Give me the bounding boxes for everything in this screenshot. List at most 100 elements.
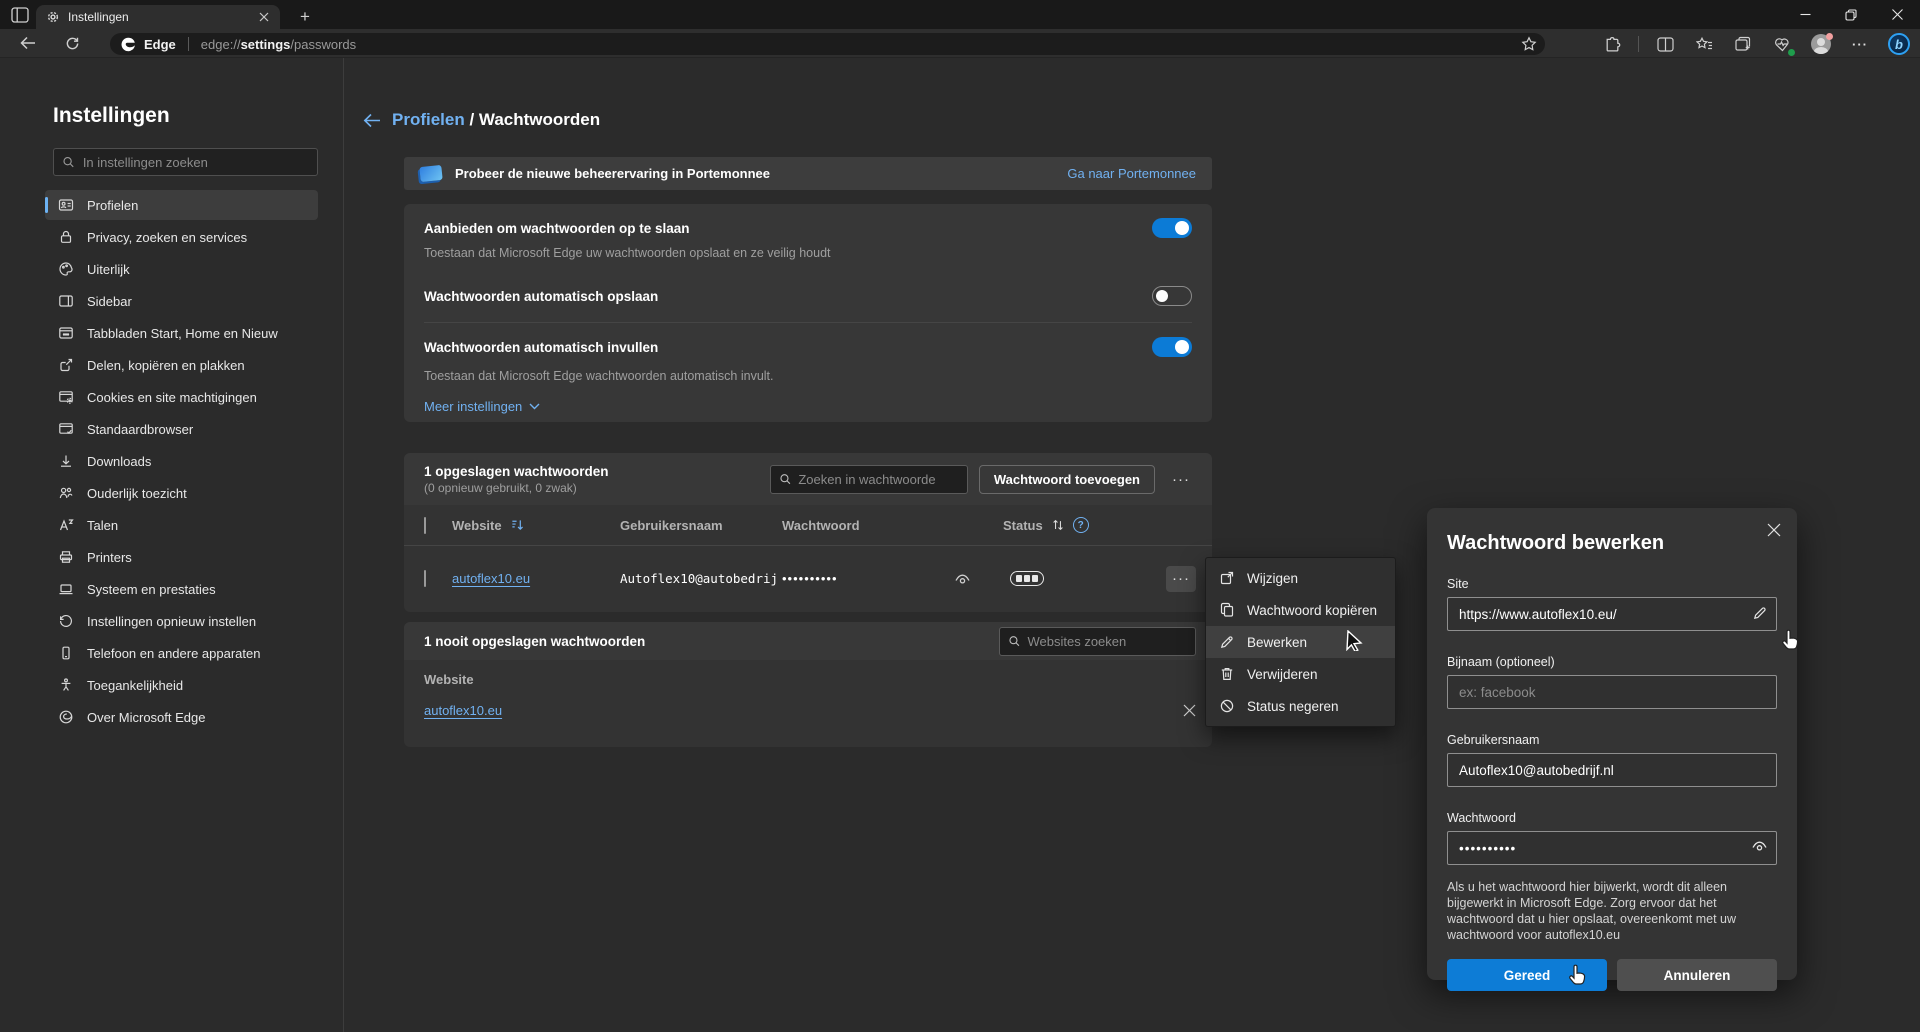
close-button[interactable] [1874,0,1920,29]
auto-fill-toggle[interactable] [1152,337,1192,357]
menu-item-wijzigen[interactable]: Wijzigen [1206,562,1395,594]
username-input[interactable] [1447,753,1777,787]
websites-search[interactable] [999,627,1196,656]
breadcrumb: Profielen / Wachtwoorden [363,110,600,130]
edge-logo-icon [120,36,137,53]
window-menu-icon[interactable] [10,6,30,23]
back-button[interactable] [13,30,43,56]
sidebar-search-input[interactable] [83,155,309,170]
column-status[interactable]: Status [1003,518,1043,533]
breadcrumb-parent-link[interactable]: Profielen [392,110,465,129]
settings-more-icon[interactable]: ··· [1847,32,1873,56]
reveal-password-icon[interactable] [954,572,971,586]
nickname-input[interactable] [1447,675,1777,709]
tab-close-icon[interactable] [256,9,272,25]
split-screen-icon[interactable] [1652,32,1678,56]
sidebar-item-over-edge[interactable]: Over Microsoft Edge [45,702,318,732]
status-help-icon[interactable]: ? [1073,517,1089,533]
sidebar-item-tabbladen[interactable]: Tabbladen Start, Home en Nieuw [45,318,318,348]
site-info-badge[interactable]: Edge [120,36,176,53]
column-website[interactable]: Website [452,518,502,533]
password-settings-card: Aanbieden om wachtwoorden op te slaan To… [404,204,1212,422]
favorites-icon[interactable] [1691,32,1717,56]
more-settings-link[interactable]: Meer instellingen [424,399,540,414]
collections-icon[interactable] [1730,32,1756,56]
card-divider [424,322,1192,323]
saved-passwords-card: 1 opgeslagen wachtwoorden (0 opnieuw geb… [404,453,1212,612]
menu-item-verwijderen[interactable]: Verwijderen [1206,658,1395,690]
sidebar-item-downloads[interactable]: Downloads [45,446,318,476]
sidebar-item-toegankelijkheid[interactable]: Toegankelijkheid [45,670,318,700]
sort-descending-icon [510,518,525,532]
sidebar-layout-icon [58,293,74,309]
sidebar-item-printers[interactable]: Printers [45,542,318,572]
refresh-button[interactable] [57,30,87,56]
dialog-close-icon[interactable] [1767,523,1781,537]
profile-avatar[interactable] [1808,32,1834,56]
sidebar-item-reset[interactable]: Instellingen opnieuw instellen [45,606,318,636]
share-icon [58,357,74,373]
settings-sidebar: Instellingen Profielen Privacy, zoeken e… [0,58,344,1032]
breadcrumb-back-icon[interactable] [363,113,381,128]
saved-count-title: 1 opgeslagen wachtwoorden [424,464,609,479]
sidebar-item-delen[interactable]: Delen, kopiëren en plakken [45,350,318,380]
auto-save-toggle[interactable] [1152,286,1192,306]
password-label: Wachtwoord [1447,811,1777,825]
search-icon [62,155,75,169]
copilot-bing-icon[interactable]: b [1886,32,1912,56]
never-saved-card: 1 nooit opgeslagen wachtwoorden Website … [404,622,1212,747]
select-all-checkbox[interactable] [424,517,426,534]
tab-title: Instellingen [68,10,256,24]
websites-search-input[interactable] [1027,634,1187,649]
column-password[interactable]: Wachtwoord [782,518,860,533]
sidebar-item-cookies[interactable]: Cookies en site machtigingen [45,382,318,412]
restore-button[interactable] [1828,0,1874,29]
download-icon [58,453,74,469]
saved-count-subtitle: (0 opnieuw gebruikt, 0 zwak) [424,481,609,495]
reveal-password-icon[interactable] [1751,839,1768,853]
sidebar-item-uiterlijk[interactable]: Uiterlijk [45,254,318,284]
sidebar-item-profielen[interactable]: Profielen [45,190,318,220]
sidebar-search[interactable] [53,148,318,176]
browser-essentials-icon[interactable] [1769,32,1795,56]
menu-item-wachtwoord-kopieren[interactable]: Wachtwoord kopiëren [1206,594,1395,626]
sidebar-item-privacy[interactable]: Privacy, zoeken en services [45,222,318,252]
address-bar[interactable]: Edge edge://settings/passwords [110,33,1545,55]
add-password-button[interactable]: Wachtwoord toevoegen [979,465,1155,494]
site-input[interactable] [1447,597,1777,631]
sidebar-item-standaardbrowser[interactable]: Standaardbrowser [45,414,318,444]
password-input[interactable] [1447,831,1777,865]
website-link[interactable]: autoflex10.eu [452,571,530,586]
saved-more-button[interactable]: ··· [1166,466,1196,492]
browser-tab-instellingen[interactable]: Instellingen [36,5,280,29]
trash-icon [1219,666,1235,682]
remove-entry-icon[interactable] [1183,704,1196,717]
cancel-button[interactable]: Annuleren [1617,959,1777,991]
menu-item-status-negeren[interactable]: Status negeren [1206,690,1395,722]
minimize-button[interactable] [1782,0,1828,29]
saved-passwords-header: 1 opgeslagen wachtwoorden (0 opnieuw geb… [404,453,1212,505]
site-label: Site [1447,577,1777,591]
menu-item-bewerken[interactable]: Bewerken [1206,626,1395,658]
favorite-star-icon[interactable] [1521,36,1537,52]
password-search[interactable] [770,465,968,494]
offer-save-toggle[interactable] [1152,218,1192,238]
extensions-icon[interactable] [1599,32,1625,56]
row-more-button[interactable]: ··· [1166,566,1196,592]
go-to-wallet-link[interactable]: Ga naar Portemonnee [1067,166,1196,181]
sidebar-item-systeem[interactable]: Systeem en prestaties [45,574,318,604]
sidebar-item-telefoon[interactable]: Telefoon en andere apparaten [45,638,318,668]
laptop-icon [58,581,74,597]
sidebar-item-ouderlijk-toezicht[interactable]: Ouderlijk toezicht [45,478,318,508]
new-tab-button[interactable]: + [294,7,316,27]
browser-toolbar: Edge edge://settings/passwords ··· [0,29,1920,58]
row-checkbox[interactable] [424,570,426,587]
sidebar-item-talen[interactable]: Talen [45,510,318,540]
edit-site-pencil-icon[interactable] [1752,605,1768,621]
done-button[interactable]: Gereed [1447,959,1607,991]
never-saved-website-link[interactable]: autoflex10.eu [424,703,502,718]
column-username[interactable]: Gebruikersnaam [620,518,782,533]
password-search-input[interactable] [798,472,959,487]
sidebar-item-sidebar[interactable]: Sidebar [45,286,318,316]
edge-browser-window: { "window": { "tab_title": "Instellingen… [0,0,1920,1032]
